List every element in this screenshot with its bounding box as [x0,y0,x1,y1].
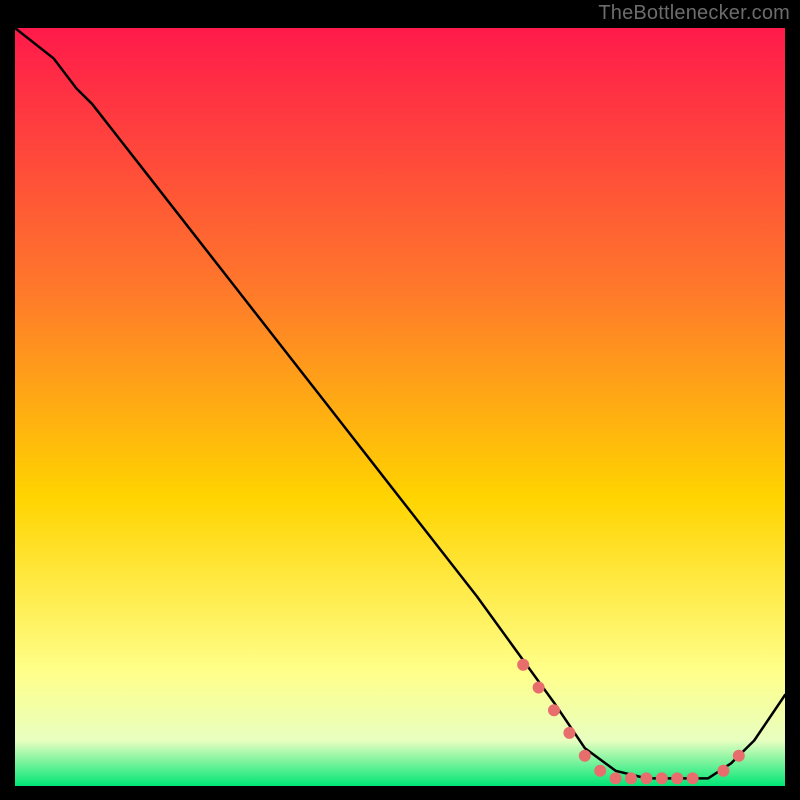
curve-marker [579,750,591,762]
curve-marker [610,772,622,784]
curve-marker [656,772,668,784]
curve-marker [563,727,575,739]
chart-svg [15,28,785,786]
curve-marker [594,765,606,777]
chart-frame: TheBottlenecker.com [0,0,800,800]
curve-marker [687,772,699,784]
curve-marker [533,682,545,694]
gradient-background [15,28,785,786]
curve-marker [548,704,560,716]
curve-marker [625,772,637,784]
attribution-text: TheBottlenecker.com [598,2,790,25]
curve-marker [733,750,745,762]
curve-marker [671,772,683,784]
curve-marker [640,772,652,784]
curve-marker [517,659,529,671]
curve-marker [717,765,729,777]
plot-area [15,28,785,786]
